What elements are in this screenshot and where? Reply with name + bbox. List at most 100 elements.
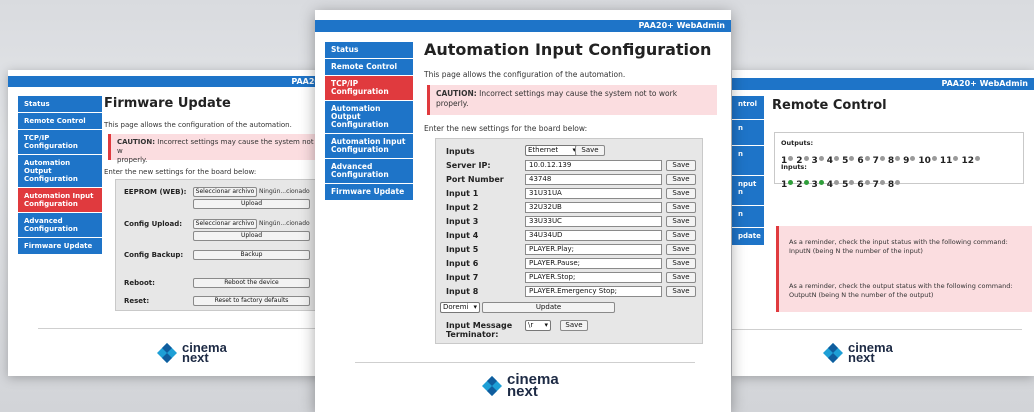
config-file-status: Ningún...cionado [259, 220, 310, 227]
cinema-next-wordmark: cinema next [848, 340, 893, 365]
cinema-next-logo-icon [157, 343, 177, 363]
inputs-mode-select[interactable]: Ethernet [525, 145, 579, 156]
output-number: 7 [872, 156, 879, 166]
input-number: 6 [857, 180, 864, 190]
input-status-indicator [788, 180, 794, 185]
nav-automation-input[interactable]: Automation Input Configuration [325, 134, 413, 159]
input-5-save-button[interactable]: Save [666, 244, 696, 255]
input-8-save-button[interactable]: Save [666, 286, 696, 297]
caution-label: CAUTION: [117, 138, 156, 146]
output-status-indicator [834, 156, 840, 161]
caution-box: CAUTION: Incorrect settings may cause th… [427, 85, 717, 115]
input-6-label: Input 6 [446, 259, 479, 268]
page-intro: This page allows the configuration of th… [104, 121, 292, 129]
output-status-indicator [849, 156, 855, 161]
nav-advanced-configuration[interactable]: Advanced Configuration [325, 159, 413, 184]
top-bar: PAA20+ WebAdmin [732, 78, 1034, 90]
input-status-indicator [818, 180, 824, 185]
reset-factory-button[interactable]: Reset to factory defaults [193, 296, 310, 306]
input-3-field[interactable]: 33U33UC [525, 216, 662, 227]
nav-tcpip-configuration[interactable]: TCP/IP Configuration [325, 76, 413, 101]
firmware-update-window: PAA20 Status Remote Control TCP/IP Confi… [8, 70, 326, 376]
output-number: 10 [918, 156, 931, 166]
nav-status[interactable]: Status [325, 42, 413, 59]
input-3-save-button[interactable]: Save [666, 216, 696, 227]
input-6-save-button[interactable]: Save [666, 258, 696, 269]
reboot-button[interactable]: Reboot the device [193, 278, 310, 288]
input-4-field[interactable]: 34U34UD [525, 230, 662, 241]
update-button[interactable]: Update [482, 302, 615, 313]
nav-automation-input[interactable]: Automation Input Configuration [18, 188, 102, 213]
page-title: Firmware Update [104, 96, 231, 111]
nav-remote-control[interactable]: Remote Control [18, 113, 102, 130]
input-status-indicator [834, 180, 840, 185]
nav-automation-output[interactable]: n [732, 146, 764, 176]
input-2-save-button[interactable]: Save [666, 202, 696, 213]
input-1-save-button[interactable]: Save [666, 188, 696, 199]
output-status-indicator [879, 156, 885, 161]
top-bar: PAA20 [8, 76, 326, 87]
preset-select[interactable]: Doremi [440, 302, 480, 313]
terminator-select[interactable]: \r [525, 320, 551, 331]
terminator-save-button[interactable]: Save [560, 320, 588, 331]
nav-advanced-configuration[interactable]: n [732, 206, 764, 228]
port-field[interactable]: 43748 [525, 174, 662, 185]
input-number: 4 [826, 180, 834, 190]
output-number: 8 [887, 156, 895, 166]
nav-automation-output[interactable]: Automation Output Configuration [18, 155, 102, 188]
firmware-form: EEPROM (WEB): Seleccionar archivo Ningún… [115, 179, 326, 311]
inputs-save-button[interactable]: Save [575, 145, 605, 156]
output-number: 4 [826, 156, 834, 166]
output-status-indicator [910, 156, 916, 161]
eeprom-upload-button[interactable]: Upload [193, 199, 310, 209]
outputs-label: Outputs: [781, 139, 814, 147]
server-ip-save-button[interactable]: Save [666, 160, 696, 171]
config-choose-file-button[interactable]: Seleccionar archivo [193, 219, 257, 229]
input-status-indicator [864, 180, 870, 185]
config-upload-button[interactable]: Upload [193, 231, 310, 241]
nav-firmware-update[interactable]: Firmware Update [18, 238, 102, 255]
caution-label: CAUTION: [436, 89, 477, 98]
input-number: 7 [872, 180, 879, 190]
inputs-row: 12345678 [781, 172, 903, 191]
eeprom-choose-file-button[interactable]: Seleccionar archivo [193, 187, 257, 197]
nav-firmware-update[interactable]: Firmware Update [325, 184, 413, 201]
nav-remote-control[interactable]: Remote Control [325, 59, 413, 76]
output-number: 12 [961, 156, 974, 166]
input-status-indicator [879, 180, 885, 185]
reset-label: Reset: [124, 297, 150, 305]
nav-automation-input[interactable]: nput n [732, 176, 764, 206]
output-status-indicator [818, 156, 824, 161]
footer-divider [38, 328, 326, 329]
input-6-field[interactable]: PLAYER.Pause; [525, 258, 662, 269]
input-5-field[interactable]: PLAYER.Play; [525, 244, 662, 255]
output-number: 6 [857, 156, 864, 166]
input-number: 1 [781, 180, 788, 190]
eeprom-label: EEPROM (WEB): [124, 188, 187, 196]
config-backup-button[interactable]: Backup [193, 250, 310, 260]
nav-advanced-configuration[interactable]: Advanced Configuration [18, 213, 102, 238]
input-1-field[interactable]: 31U31UA [525, 188, 662, 199]
cinema-next-logo: cinema next [481, 372, 559, 399]
cinema-next-logo-icon [823, 343, 843, 363]
nav-automation-output[interactable]: Automation Output Configuration [325, 101, 413, 134]
input-8-field[interactable]: PLAYER.Emergency Stop; [525, 286, 662, 297]
nav-remote-control[interactable]: ntrol [732, 96, 764, 120]
input-number: 8 [887, 180, 895, 190]
nav-tcpip-configuration[interactable]: n [732, 120, 764, 146]
input-7-save-button[interactable]: Save [666, 272, 696, 283]
output-number: 11 [939, 156, 953, 166]
input-2-field[interactable]: 32U32UB [525, 202, 662, 213]
nav-status[interactable]: Status [18, 96, 102, 113]
page-intro: This page allows the configuration of th… [424, 70, 626, 79]
terminator-label: Input Message Terminator: [446, 321, 513, 339]
input-number: 2 [796, 180, 803, 190]
port-save-button[interactable]: Save [666, 174, 696, 185]
io-status-box: Outputs: 1 2 3 4 5 6 7 8 9 10 11 12 Inputs: 1234567… [774, 132, 1024, 190]
input-4-save-button[interactable]: Save [666, 230, 696, 241]
nav-firmware-update[interactable]: pdate [732, 228, 764, 246]
input-reminder-text: As a reminder, check the input status wi… [789, 238, 1008, 255]
input-7-field[interactable]: PLAYER.Stop; [525, 272, 662, 283]
server-ip-field[interactable]: 10.0.12.139 [525, 160, 662, 171]
nav-tcpip-configuration[interactable]: TCP/IP Configuration [18, 130, 102, 155]
